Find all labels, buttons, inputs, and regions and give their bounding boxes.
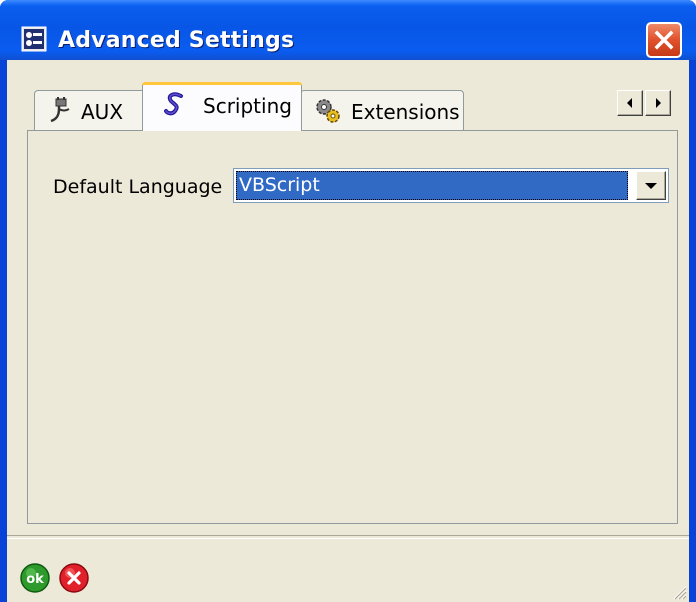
chevron-down-icon [645, 183, 657, 189]
default-language-value[interactable]: VBScript [236, 171, 628, 200]
tab-extensions-label: Extensions [351, 100, 460, 124]
title-bar[interactable]: Advanced Settings [0, 0, 696, 60]
dialog-client-area: AUX Scripting Extensions Default Languag… [7, 60, 689, 602]
default-language-dropdown[interactable]: VBScript [233, 168, 669, 203]
tab-scroll-controls [617, 90, 671, 116]
ok-button[interactable]: ok [20, 563, 50, 593]
tab-scroll-right-button[interactable] [645, 90, 671, 116]
close-icon [654, 30, 674, 50]
cancel-button[interactable] [59, 563, 89, 593]
tab-scripting-label: Scripting [203, 94, 292, 118]
settings-window-icon [21, 26, 47, 52]
tab-extensions[interactable]: Extensions [300, 90, 464, 130]
scripting-icon [164, 92, 183, 116]
ok-icon: ok [20, 563, 50, 593]
arrow-right-icon [656, 98, 661, 108]
tab-aux[interactable]: AUX [34, 90, 146, 130]
tab-aux-label: AUX [81, 100, 124, 124]
extensions-gears-icon [316, 99, 340, 123]
arrow-left-icon [627, 98, 632, 108]
dropdown-button[interactable] [636, 171, 666, 200]
tab-scripting[interactable]: Scripting [142, 82, 302, 131]
footer-divider [7, 535, 689, 539]
ok-label: ok [26, 572, 44, 587]
cancel-icon [59, 563, 89, 593]
default-language-label: Default Language [53, 176, 223, 198]
tab-scroll-left-button[interactable] [617, 90, 643, 116]
resize-grip-icon[interactable] [669, 582, 687, 600]
close-button[interactable] [646, 22, 682, 58]
advanced-settings-window: Advanced Settings AUX Scripting Extensio… [0, 0, 696, 602]
aux-cable-icon [50, 97, 70, 123]
window-title: Advanced Settings [58, 28, 295, 53]
